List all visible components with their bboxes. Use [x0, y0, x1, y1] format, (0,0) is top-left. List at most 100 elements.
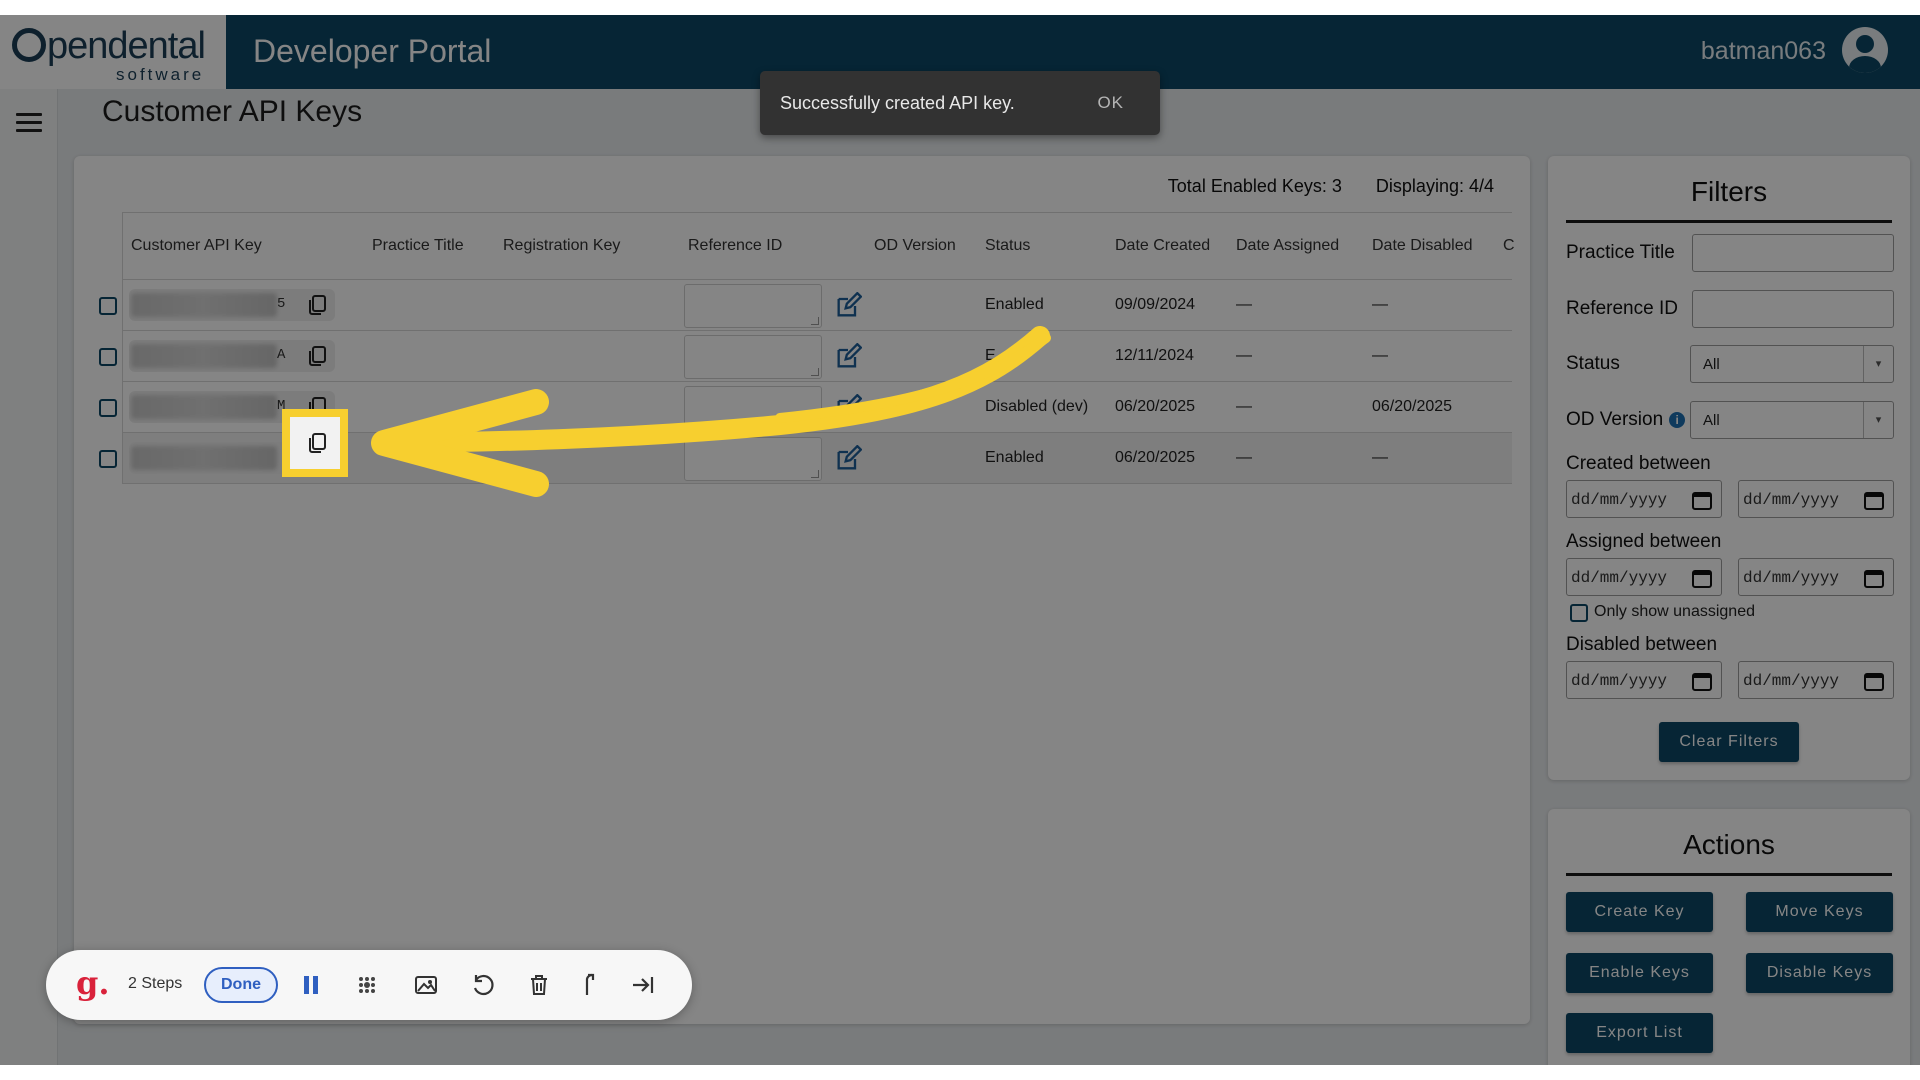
- edit-icon[interactable]: [834, 292, 862, 320]
- undo-icon[interactable]: [470, 972, 496, 998]
- created-from-date[interactable]: dd/mm/yyyy: [1566, 480, 1722, 518]
- api-key-value: A: [129, 340, 335, 372]
- table-row[interactable]: 5 Enabled 09/09/2024 — —: [99, 280, 1512, 331]
- copy-icon[interactable]: [305, 293, 329, 317]
- disabled-between-label: Disabled between: [1566, 634, 1718, 655]
- filters-panel: Filters Practice Title Reference ID Stat…: [1548, 156, 1910, 780]
- column-header[interactable]: Status: [985, 237, 1030, 255]
- date-assigned-cell: —: [1236, 449, 1252, 466]
- column-header[interactable]: C: [1503, 237, 1515, 255]
- success-snackbar: Successfully created API key. OK: [760, 71, 1160, 135]
- share-icon[interactable]: [578, 972, 604, 998]
- clear-filters-button[interactable]: Clear Filters: [1659, 722, 1799, 762]
- row-checkbox[interactable]: [99, 399, 117, 417]
- column-header[interactable]: OD Version: [874, 237, 956, 255]
- column-header[interactable]: Reference ID: [688, 237, 782, 255]
- column-header[interactable]: Registration Key: [503, 237, 620, 255]
- calendar-icon[interactable]: [1691, 670, 1713, 692]
- skip-icon[interactable]: [630, 972, 656, 998]
- edit-icon[interactable]: [834, 343, 862, 371]
- username[interactable]: batman063: [1701, 37, 1826, 66]
- column-header[interactable]: Date Created: [1115, 237, 1210, 255]
- date-assigned-cell: —: [1236, 296, 1252, 313]
- practice-title-input[interactable]: [1692, 234, 1894, 272]
- reference-id-input[interactable]: [684, 335, 822, 379]
- copy-icon[interactable]: [305, 344, 329, 368]
- blur-icon[interactable]: [354, 972, 380, 998]
- side-rail: [0, 89, 58, 1065]
- row-checkbox[interactable]: [99, 348, 117, 366]
- created-to-date[interactable]: dd/mm/yyyy: [1738, 480, 1894, 518]
- portal-title: Developer Portal: [253, 33, 492, 69]
- status-cell: E: [985, 347, 996, 364]
- pause-icon[interactable]: [298, 972, 324, 998]
- date-created-cell: 12/11/2024: [1115, 347, 1194, 364]
- export-list-button[interactable]: Export List: [1566, 1013, 1713, 1053]
- table-header: Customer API Key Practice Title Registra…: [122, 212, 1515, 280]
- actions-panel: Actions Create Key Move Keys Enable Keys…: [1548, 809, 1910, 1065]
- practice-title-label: Practice Title: [1566, 242, 1675, 263]
- trash-icon[interactable]: [526, 972, 552, 998]
- chevron-down-icon: ▾: [1863, 402, 1893, 438]
- opendental-logo[interactable]: pendental software: [0, 15, 226, 89]
- table-row[interactable]: A E 12/11/2024 — —: [99, 331, 1512, 382]
- done-button[interactable]: Done: [204, 967, 278, 1003]
- edit-icon[interactable]: [834, 445, 862, 473]
- displaying-count: Displaying: 4/4: [1375, 176, 1494, 196]
- column-header[interactable]: Date Disabled: [1372, 237, 1473, 255]
- date-disabled-cell: 06/20/2025: [1372, 398, 1453, 415]
- date-assigned-cell: —: [1236, 347, 1252, 364]
- calendar-icon[interactable]: [1863, 567, 1885, 589]
- guidde-logo: g.: [76, 964, 110, 1002]
- redacted-key: [131, 395, 277, 419]
- move-keys-button[interactable]: Move Keys: [1746, 892, 1893, 932]
- status-cell: Enabled: [985, 296, 1044, 313]
- assigned-to-date[interactable]: dd/mm/yyyy: [1738, 558, 1894, 596]
- status-label: Status: [1566, 353, 1620, 374]
- image-icon[interactable]: [413, 972, 439, 998]
- calendar-icon[interactable]: [1691, 489, 1713, 511]
- snackbar-ok-button[interactable]: OK: [1097, 93, 1124, 113]
- reference-id-input[interactable]: [684, 284, 822, 328]
- create-key-button[interactable]: Create Key: [1566, 892, 1713, 932]
- info-icon[interactable]: i: [1669, 412, 1686, 428]
- chevron-down-icon: ▾: [1863, 346, 1893, 382]
- reference-id-filter-input[interactable]: [1692, 290, 1894, 328]
- calendar-icon[interactable]: [1691, 567, 1713, 589]
- column-header[interactable]: Date Assigned: [1236, 237, 1339, 255]
- total-enabled-keys: Total Enabled Keys: 3: [1167, 176, 1342, 196]
- column-header[interactable]: Practice Title: [372, 237, 464, 255]
- od-version-label: OD Version i: [1566, 409, 1686, 431]
- row-checkbox[interactable]: [99, 297, 117, 315]
- column-header[interactable]: Customer API Key: [131, 237, 262, 255]
- status-select[interactable]: All ▾: [1690, 345, 1894, 383]
- menu-icon[interactable]: [16, 113, 42, 133]
- redacted-key: [131, 446, 277, 470]
- calendar-icon[interactable]: [1863, 670, 1885, 692]
- date-disabled-cell: —: [1372, 296, 1388, 313]
- disabled-from-date[interactable]: dd/mm/yyyy: [1566, 661, 1722, 699]
- reference-id-input[interactable]: [684, 437, 822, 481]
- only-unassigned-checkbox[interactable]: [1570, 604, 1588, 622]
- status-cell: Enabled: [985, 449, 1044, 466]
- redacted-key: [131, 293, 277, 317]
- highlighted-copy-target[interactable]: [282, 409, 348, 477]
- edit-icon[interactable]: [834, 394, 862, 422]
- only-unassigned-label: Only show unassigned: [1594, 603, 1755, 620]
- logo-text: pendental: [47, 25, 206, 67]
- calendar-icon[interactable]: [1863, 489, 1885, 511]
- enable-keys-button[interactable]: Enable Keys: [1566, 953, 1713, 993]
- reference-id-input[interactable]: [684, 386, 822, 430]
- assigned-from-date[interactable]: dd/mm/yyyy: [1566, 558, 1722, 596]
- disable-keys-button[interactable]: Disable Keys: [1746, 953, 1893, 993]
- api-key-value: 5: [129, 289, 335, 321]
- user-avatar-icon[interactable]: [1842, 27, 1888, 73]
- api-keys-card: Total Enabled Keys: 3 Displaying: 4/4 Cus…: [74, 156, 1530, 1024]
- date-created-cell: 06/20/2025: [1115, 398, 1196, 415]
- disabled-to-date[interactable]: dd/mm/yyyy: [1738, 661, 1894, 699]
- redacted-key: [131, 344, 277, 368]
- row-checkbox[interactable]: [99, 450, 117, 468]
- od-version-select[interactable]: All ▾: [1690, 401, 1894, 439]
- copy-icon[interactable]: [305, 431, 329, 455]
- reference-id-label: Reference ID: [1566, 298, 1678, 319]
